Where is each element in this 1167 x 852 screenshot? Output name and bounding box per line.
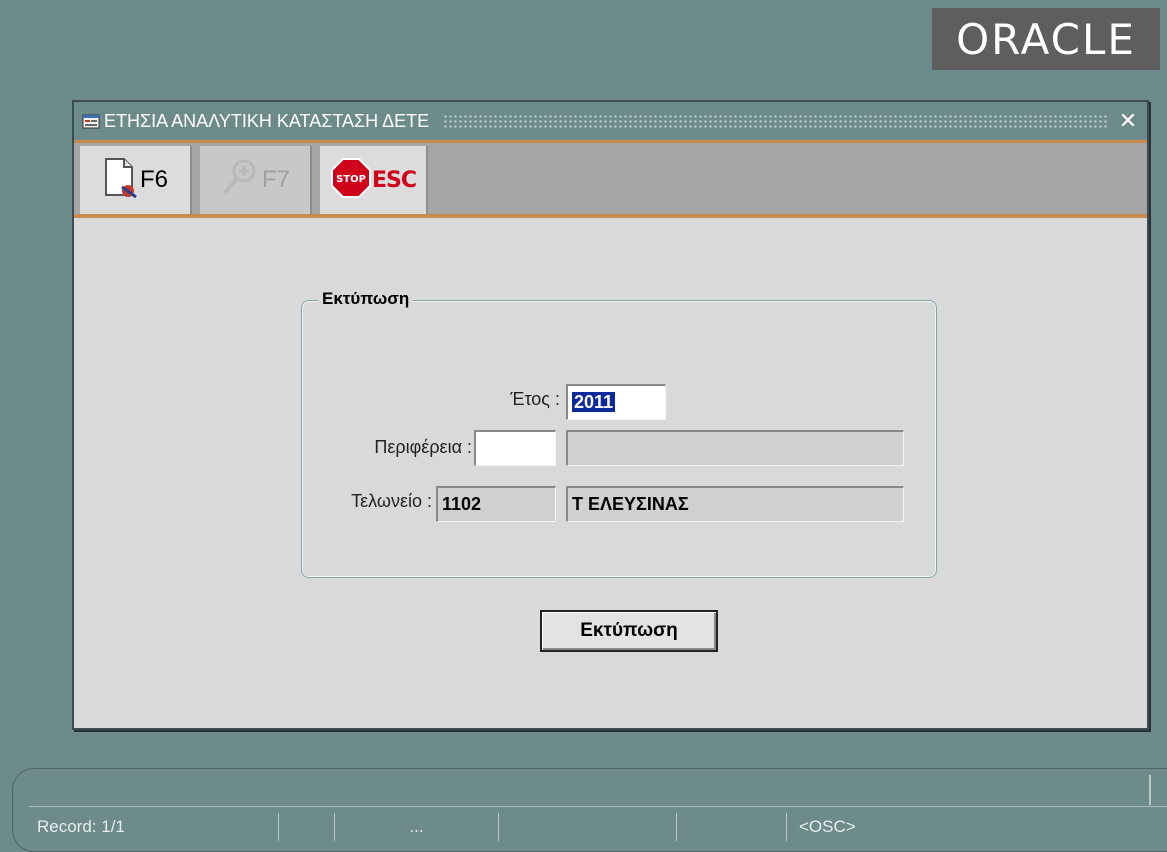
stop-sign-icon: STOP: [330, 157, 372, 204]
region-name-field: [566, 430, 904, 466]
exit-esc-label: ESC: [371, 167, 417, 193]
close-button[interactable]: ✕: [1117, 110, 1139, 132]
oracle-logo: ORACLE: [932, 8, 1160, 70]
status-row: Record: 1/1 ... <OSC>: [13, 809, 1167, 845]
status-cell-4: [499, 813, 677, 841]
record-indicator: Record: 1/1: [13, 813, 279, 841]
customs-code-field[interactable]: 1102: [436, 486, 556, 522]
status-divider: [1149, 775, 1151, 805]
magnifier-plus-icon: [220, 157, 260, 204]
year-input[interactable]: 2011: [566, 384, 666, 420]
mode-indicator: <OSC>: [799, 817, 856, 836]
list-of-values-indicator: ...: [335, 813, 499, 841]
year-label: Έτος :: [510, 389, 560, 409]
form-content: Εκτύπωση Έτος : 2011 Περιφέρεια : Τελωνε…: [74, 218, 1147, 728]
new-document-icon: [102, 157, 138, 204]
status-cell-5: [677, 813, 787, 841]
status-bar: Record: 1/1 ... <OSC>: [12, 768, 1167, 852]
year-value: 2011: [572, 392, 616, 412]
report-window: ΕΤΗΣΙΑ ΑΝΑΛΥΤΙΚΗ ΚΑΤΑΣΤΑΣΗ ΔΕΤΕ ✕ F6 F7 …: [72, 100, 1149, 730]
region-code-input[interactable]: [474, 430, 556, 466]
customs-name-field: Τ ΕΛΕΥΣΙΝΑΣ: [566, 486, 904, 522]
status-cell-2: [279, 813, 335, 841]
new-f6-button[interactable]: F6: [80, 146, 192, 214]
stop-sign-text: STOP: [336, 174, 366, 185]
query-f7-button[interactable]: F7: [200, 146, 312, 214]
customs-label: Τελωνείο :: [351, 491, 432, 511]
window-title: ΕΤΗΣΙΑ ΑΝΑΛΥΤΙΚΗ ΚΑΤΑΣΤΑΣΗ ΔΕΤΕ: [104, 110, 430, 131]
new-f6-label: F6: [139, 166, 168, 193]
region-label: Περιφέρεια :: [374, 437, 472, 457]
toolbar: F6 F7 STOP ESC: [74, 140, 1147, 218]
message-line: [29, 779, 1167, 807]
form-icon: [82, 112, 100, 130]
exit-esc-button[interactable]: STOP ESC: [320, 146, 428, 214]
window-titlebar[interactable]: ΕΤΗΣΙΑ ΑΝΑΛΥΤΙΚΗ ΚΑΤΑΣΤΑΣΗ ΔΕΤΕ ✕: [74, 102, 1147, 140]
print-frame-title: Εκτύπωση: [318, 289, 414, 309]
query-f7-label: F7: [261, 166, 290, 193]
titlebar-grip: [443, 114, 1109, 128]
print-button[interactable]: Εκτύπωση: [540, 610, 718, 652]
